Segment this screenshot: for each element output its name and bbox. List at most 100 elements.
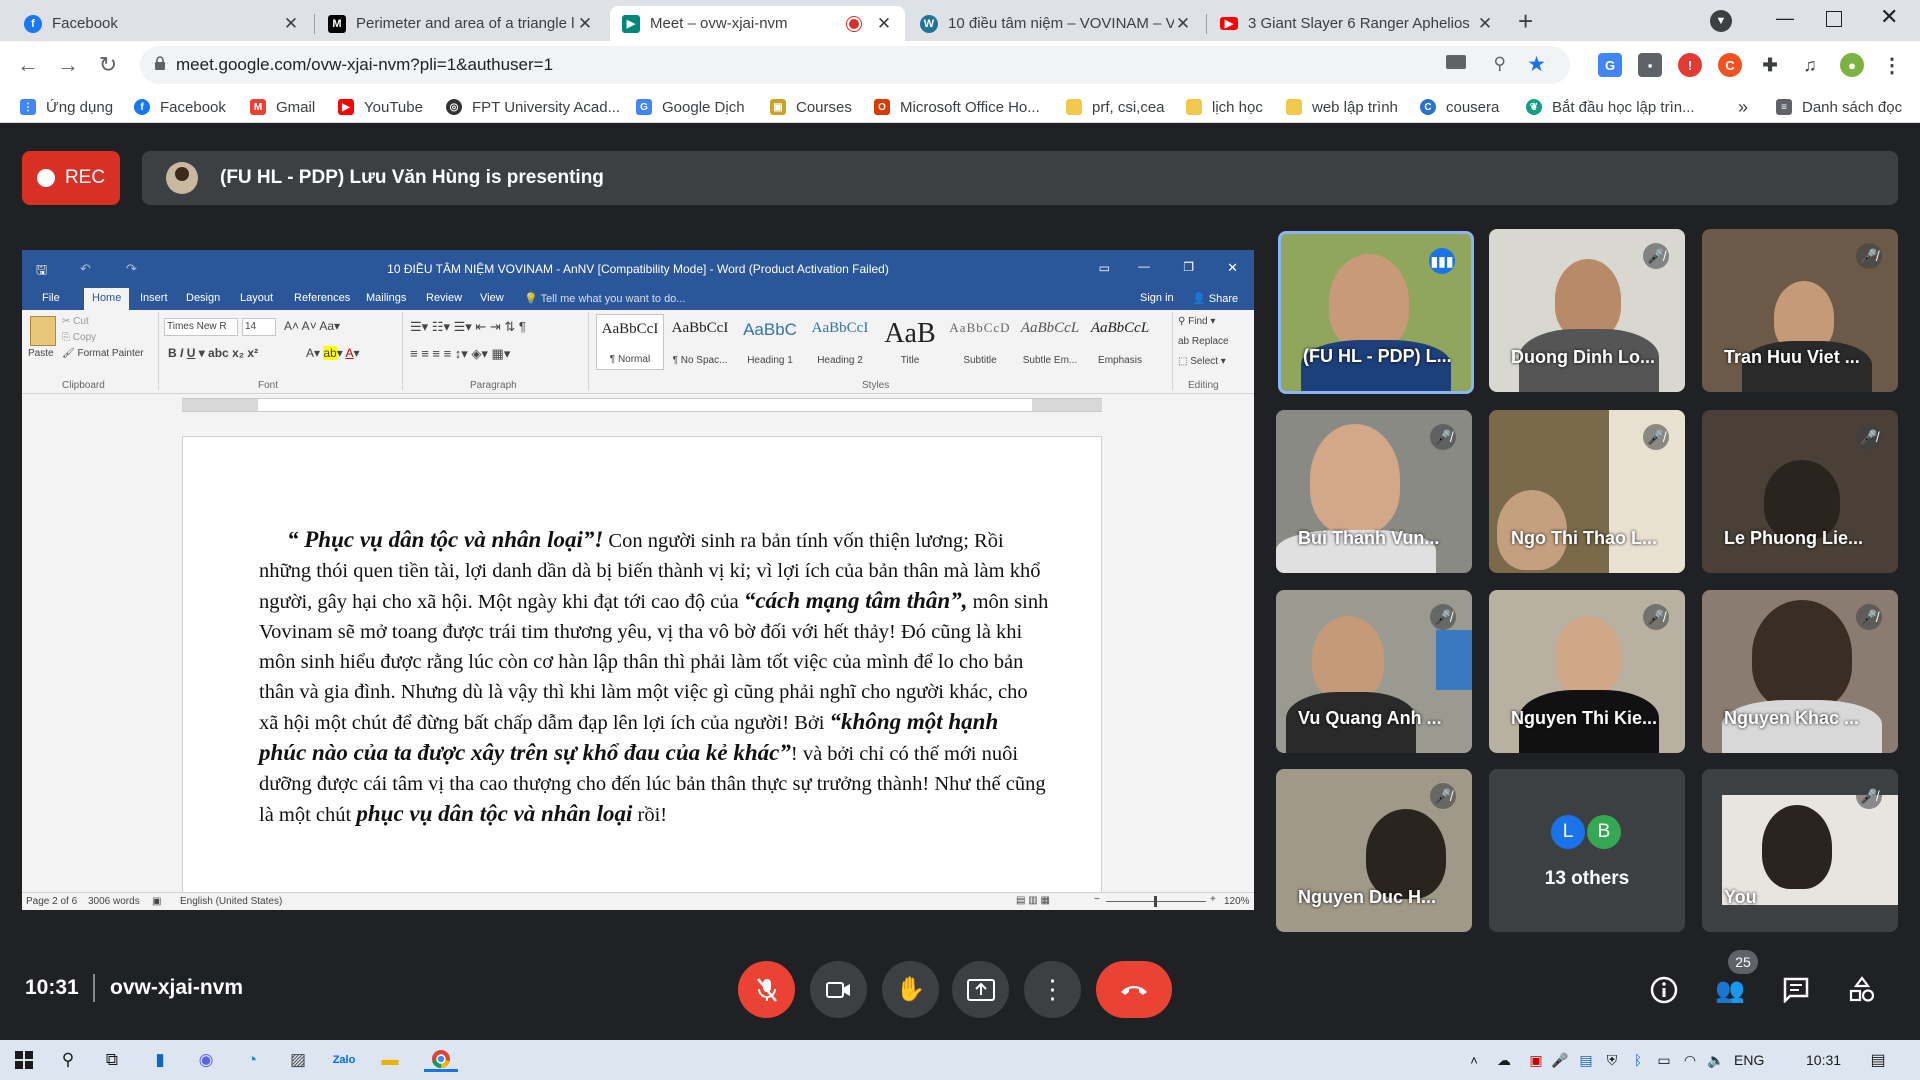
back-icon[interactable]: ←	[12, 49, 44, 81]
tab-youtube[interactable]: ▶ 3 Giant Slayer 6 Ranger Aphelios ✕	[1208, 6, 1506, 41]
taskbar-clock[interactable]: 10:31	[1806, 1052, 1841, 1068]
close-window-icon[interactable]: ✕	[1880, 4, 1898, 30]
participant-tile[interactable]: 🎤̸ Duong Dinh Lo...	[1489, 229, 1685, 392]
participant-tile[interactable]: 🎤̸ Bui Thanh Vun...	[1276, 410, 1472, 573]
zalo-icon[interactable]: Zalo	[332, 1048, 356, 1072]
close-tab-icon[interactable]: ✕	[282, 14, 300, 34]
bookmark-star-icon[interactable]: ★	[1527, 52, 1546, 77]
participant-tile[interactable]: 🎤̸ Ngo Thi Thao L...	[1489, 410, 1685, 573]
extension-icon[interactable]: ▪	[1638, 53, 1662, 77]
participant-tile[interactable]: 🎤̸ Nguyen Thi Kie...	[1489, 590, 1685, 753]
windows-start-icon[interactable]	[12, 1048, 36, 1072]
tab-facebook[interactable]: f Facebook ✕	[12, 6, 312, 41]
participant-tile[interactable]: 🎤̸ Vu Quang Anh ...	[1276, 590, 1472, 753]
tray-app-icon[interactable]: ▣	[1524, 1048, 1548, 1072]
bookmark-facebook[interactable]: f Facebook	[134, 96, 226, 118]
recording-indicator-icon	[847, 16, 861, 31]
close-tab-icon[interactable]: ✕	[1476, 14, 1494, 34]
profile-avatar[interactable]: ●	[1840, 53, 1864, 77]
sign-in-link: Sign in	[1140, 292, 1174, 304]
proofing-icon: ▣	[152, 896, 162, 907]
style-subtitle: AaBbCcD Subtitle	[949, 320, 1011, 366]
raise-hand-button[interactable]: ✋	[882, 961, 939, 1018]
battery-icon[interactable]: ▭	[1652, 1048, 1676, 1072]
participant-tile[interactable]: 🎤̸ Nguyen Khac ...	[1702, 590, 1898, 753]
participant-tile[interactable]: 🎤̸ Nguyen Duc H...	[1276, 769, 1472, 932]
leave-call-button[interactable]	[1096, 961, 1172, 1018]
select-button: ⬚ Select ▾	[1178, 356, 1226, 367]
forward-icon[interactable]: →	[52, 49, 84, 81]
activities-button[interactable]	[1842, 970, 1882, 1010]
close-tab-icon[interactable]: ✕	[576, 14, 594, 34]
bookmark-folder-lich-hoc[interactable]: lịch học	[1186, 96, 1263, 118]
zoom-icon[interactable]: ⚲	[1494, 54, 1506, 74]
onedrive-icon[interactable]: ☁	[1492, 1048, 1516, 1072]
wifi-icon[interactable]: ◠	[1678, 1048, 1702, 1072]
tab-vovinam[interactable]: W 10 điều tâm niệm – VOVINAM – V ✕	[908, 6, 1204, 41]
volume-icon[interactable]: 🔈	[1704, 1048, 1728, 1072]
others-tile[interactable]: L B 13 others	[1489, 769, 1685, 932]
puzzle-extensions-icon[interactable]: ✚	[1758, 53, 1782, 77]
list-icons: ☰▾ ☷▾ ☰▾ ⇤ ⇥ ⇅ ¶	[410, 319, 526, 334]
close-tab-icon[interactable]: ✕	[875, 14, 893, 34]
zoom-out-icon: −	[1094, 894, 1100, 905]
present-screen-button[interactable]	[952, 961, 1009, 1018]
photos-icon[interactable]: ▨	[286, 1048, 310, 1072]
tray-chevron-icon[interactable]: ˄	[1462, 1048, 1486, 1072]
bookmark-gmail[interactable]: M Gmail	[250, 96, 315, 118]
tab-search-icon[interactable]: ▼	[1710, 10, 1732, 32]
minimize-icon[interactable]: —	[1776, 8, 1794, 29]
paste-icon	[30, 316, 56, 346]
bookmarks-overflow[interactable]: »	[1738, 96, 1748, 118]
adblock-icon[interactable]: !	[1678, 53, 1702, 77]
address-bar[interactable]: meet.google.com/ovw-xjai-nvm?pli=1&authu…	[140, 46, 1570, 84]
more-options-button[interactable]: ⋮	[1024, 961, 1081, 1018]
facebook-icon: f	[24, 14, 42, 33]
participant-tile[interactable]: 🎤̸ Tran Huu Viet ...	[1702, 229, 1898, 392]
tray-mic-icon[interactable]: 🎤	[1548, 1048, 1572, 1072]
bookmark-folder-prf[interactable]: prf, csi,cea	[1066, 96, 1165, 118]
bookmark-youtube[interactable]: ▶ YouTube	[338, 96, 423, 118]
tab-meet[interactable]: ▶ Meet – ovw-xjai-nvm ✕	[610, 6, 905, 41]
file-explorer-icon[interactable]: ▬	[378, 1048, 402, 1072]
search-icon[interactable]: ⚲	[56, 1048, 80, 1072]
tray-unikey-icon[interactable]: ▤	[1574, 1048, 1598, 1072]
chrome-icon[interactable]	[424, 1048, 458, 1072]
people-button[interactable]: 👥 25	[1710, 950, 1758, 1010]
discord-icon[interactable]: ◉	[194, 1048, 218, 1072]
participant-tile[interactable]: ▮▮▮ (FU HL - PDP) L...	[1278, 231, 1474, 394]
defender-icon[interactable]: ⛨	[1600, 1048, 1624, 1072]
bookmark-google-dich[interactable]: G Google Dịch	[636, 96, 745, 118]
task-view-icon[interactable]: ⧉	[100, 1048, 124, 1072]
bookmark-hoc-lap-trinh[interactable]: ❦ Bắt đầu học lập trìn...	[1526, 96, 1695, 118]
chat-button[interactable]	[1776, 970, 1816, 1010]
reload-icon[interactable]: ↻	[92, 49, 124, 81]
camera-blocked-icon[interactable]	[1446, 55, 1466, 69]
new-tab-button[interactable]: +	[1518, 6, 1533, 37]
restore-icon[interactable]	[1826, 11, 1842, 27]
self-tile[interactable]: 🎤̸ You	[1702, 769, 1898, 932]
coccoc-extension-icon[interactable]: C	[1718, 53, 1742, 77]
phone-app-icon[interactable]: ▮	[148, 1048, 172, 1072]
tab-mathway[interactable]: M Perimeter and area of a triangle l ✕	[316, 6, 606, 41]
mic-toggle-button[interactable]	[738, 961, 795, 1018]
notifications-icon[interactable]: ▤	[1866, 1048, 1890, 1072]
reading-list[interactable]: ≡ Danh sách đọc	[1776, 96, 1902, 118]
edge-icon[interactable]: ◔	[240, 1048, 264, 1072]
bookmark-fpt[interactable]: ◎ FPT University Acad...	[446, 96, 620, 118]
translate-extension-icon[interactable]: G	[1598, 53, 1622, 77]
bookmark-folder-web[interactable]: web lập trình	[1286, 96, 1398, 118]
bluetooth-icon[interactable]: ᛒ	[1626, 1048, 1650, 1072]
camera-toggle-button[interactable]	[810, 961, 867, 1018]
bookmark-cousera[interactable]: Ccousera	[1420, 96, 1499, 118]
participant-tile[interactable]: 🎤̸ Le Phuong Lie...	[1702, 410, 1898, 573]
meeting-info-button[interactable]	[1644, 970, 1684, 1010]
activities-icon	[1849, 976, 1875, 1002]
bookmark-apps[interactable]: ⋮ Ứng dụng	[20, 96, 113, 118]
menu-kebab-icon[interactable]: ⋮	[1880, 53, 1904, 77]
media-control-icon[interactable]: ♫	[1798, 53, 1822, 77]
close-tab-icon[interactable]: ✕	[1174, 14, 1192, 34]
bookmark-courses[interactable]: ▣ Courses	[770, 96, 852, 118]
bookmark-office[interactable]: O Microsoft Office Ho...	[874, 96, 1040, 118]
input-language[interactable]: ENG	[1734, 1052, 1764, 1068]
